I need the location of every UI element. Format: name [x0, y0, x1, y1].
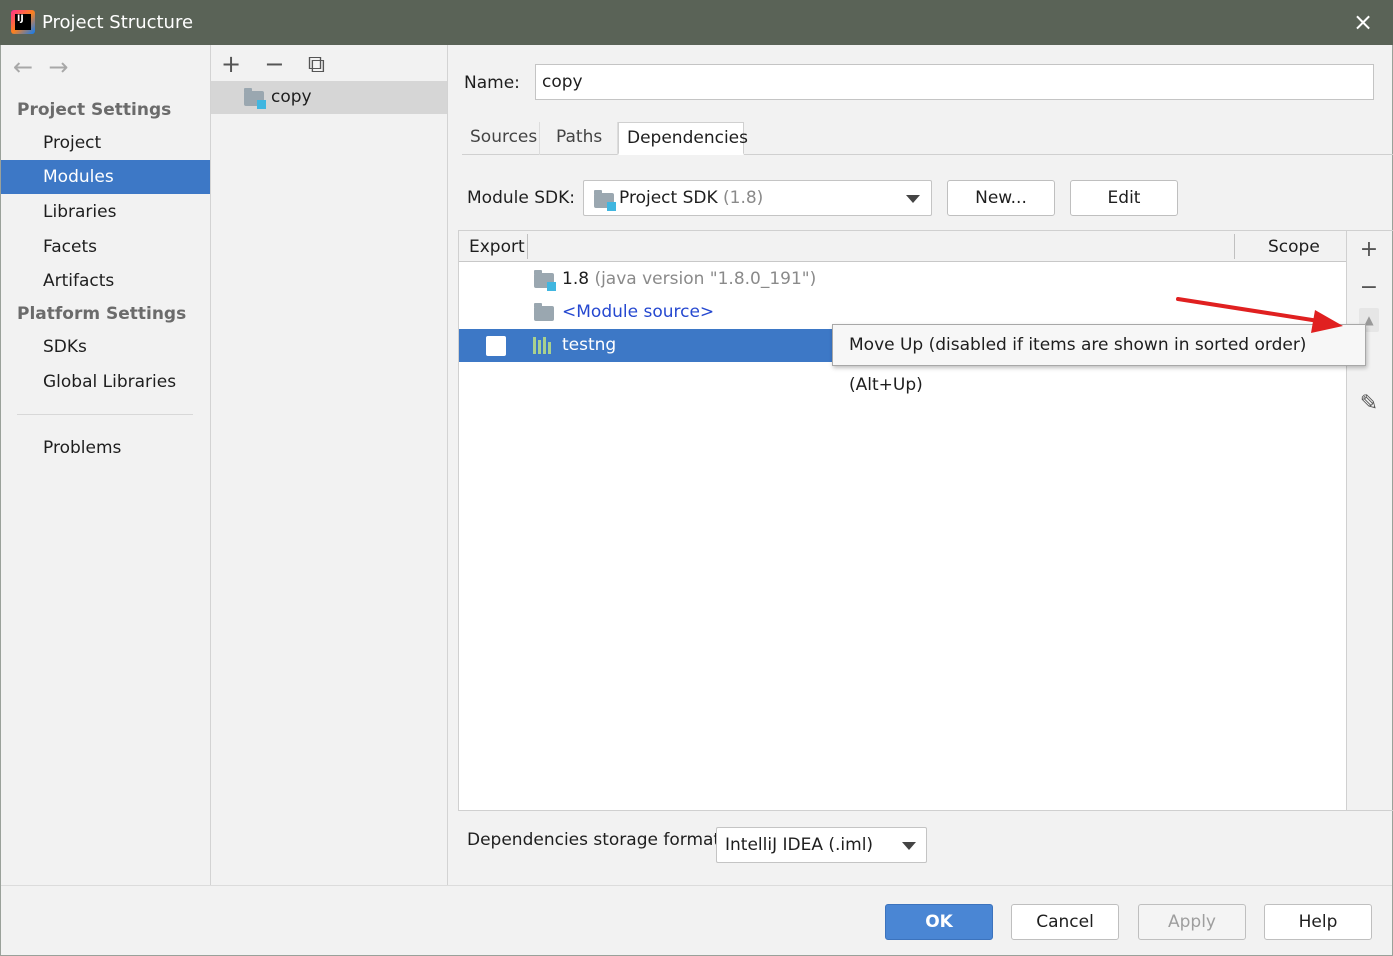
tab-paths[interactable]: Paths	[548, 122, 618, 155]
storage-format-dropdown[interactable]: IntelliJ IDEA (.iml)	[716, 827, 927, 863]
copy-icon[interactable]: ⧉	[308, 50, 346, 78]
export-column-header[interactable]: Export	[469, 237, 525, 257]
close-icon[interactable]: ×	[1349, 8, 1377, 36]
module-sdk-dropdown[interactable]: Project SDK (1.8)	[583, 180, 932, 216]
platform-settings-header: Platform Settings	[17, 304, 187, 324]
help-button[interactable]: Help	[1264, 904, 1372, 940]
dependency-label: 1.8 (java version "1.8.0_191")	[562, 269, 816, 289]
module-name: copy	[271, 87, 312, 107]
sdk-folder-icon	[534, 270, 556, 291]
sidebar-item-problems[interactable]: Problems	[1, 431, 210, 465]
tab-sources[interactable]: Sources	[462, 122, 540, 155]
title-bar: IJ Project Structure ×	[0, 0, 1393, 45]
module-sdk-label: Module SDK:	[467, 188, 575, 208]
column-divider	[1234, 234, 1235, 259]
project-settings-header: Project Settings	[17, 100, 172, 120]
window-title: Project Structure	[42, 12, 194, 33]
module-name-field[interactable]: copy	[535, 64, 1374, 100]
sidebar-item-artifacts[interactable]: Artifacts	[1, 264, 210, 298]
sidebar-item-modules[interactable]: Modules	[1, 160, 210, 194]
sidebar: ← → Project Settings Project Modules Lib…	[1, 45, 211, 885]
sidebar-item-libraries[interactable]: Libraries	[1, 195, 210, 229]
module-list-item[interactable]: copy	[211, 81, 447, 114]
chevron-down-icon	[906, 195, 920, 203]
back-arrow-icon[interactable]: ←	[13, 53, 43, 81]
export-checkbox[interactable]	[486, 336, 506, 356]
dependency-name: testng	[562, 335, 617, 355]
column-divider	[527, 234, 528, 259]
dependency-detail: (java version "1.8.0_191")	[594, 269, 817, 289]
tab-dependencies[interactable]: Dependencies	[618, 122, 748, 155]
scope-column-header[interactable]: Scope	[1268, 237, 1320, 257]
sidebar-item-project[interactable]: Project	[1, 126, 210, 160]
ok-button[interactable]: OK	[885, 904, 993, 940]
cancel-button[interactable]: Cancel	[1011, 904, 1119, 940]
storage-format-label: Dependencies storage format:	[467, 830, 726, 850]
forward-arrow-icon[interactable]: →	[48, 53, 78, 81]
sdk-version: (1.8)	[723, 188, 764, 208]
remove-dependency-icon[interactable]: −	[1355, 275, 1383, 300]
sidebar-divider	[17, 414, 193, 415]
pencil-icon[interactable]: ✎	[1355, 391, 1383, 416]
sdk-folder-icon	[594, 190, 616, 211]
dependency-name: <Module source>	[562, 302, 715, 322]
annotation-arrow-icon	[1176, 297, 1343, 333]
source-folder-icon	[534, 303, 554, 321]
chevron-down-icon	[902, 842, 916, 850]
add-icon[interactable]: +	[221, 50, 259, 78]
dialog-body: ← → Project Settings Project Modules Lib…	[0, 45, 1393, 956]
add-dependency-icon[interactable]: +	[1355, 237, 1383, 262]
module-folder-icon	[244, 88, 266, 109]
module-details-panel: Name: copy Sources Paths Dependencies Mo…	[448, 45, 1393, 885]
dialog-buttons: OK Cancel Apply Help	[1, 885, 1392, 955]
table-header: Export Scope	[459, 231, 1346, 262]
new-sdk-button[interactable]: New...	[947, 180, 1055, 216]
apply-button[interactable]: Apply	[1138, 904, 1246, 940]
name-label: Name:	[464, 73, 520, 93]
storage-format-value: IntelliJ IDEA (.iml)	[725, 835, 874, 855]
remove-icon[interactable]: −	[264, 50, 302, 78]
sidebar-item-facets[interactable]: Facets	[1, 230, 210, 264]
sdk-name: Project SDK	[619, 188, 718, 208]
library-icon	[533, 337, 555, 354]
sidebar-item-global-libraries[interactable]: Global Libraries	[1, 365, 210, 399]
edit-sdk-button[interactable]: Edit	[1070, 180, 1178, 216]
modules-toolbar: + − ⧉	[221, 50, 346, 78]
modules-list-panel: + − ⧉ copy	[211, 45, 448, 885]
sdk-value: Project SDK (1.8)	[619, 188, 763, 208]
intellij-icon: IJ	[11, 10, 35, 34]
dependency-name: 1.8	[562, 269, 590, 289]
nav-arrows: ← →	[13, 53, 78, 81]
sidebar-item-sdks[interactable]: SDKs	[1, 330, 210, 364]
module-tabs: Sources Paths Dependencies	[462, 122, 1393, 155]
